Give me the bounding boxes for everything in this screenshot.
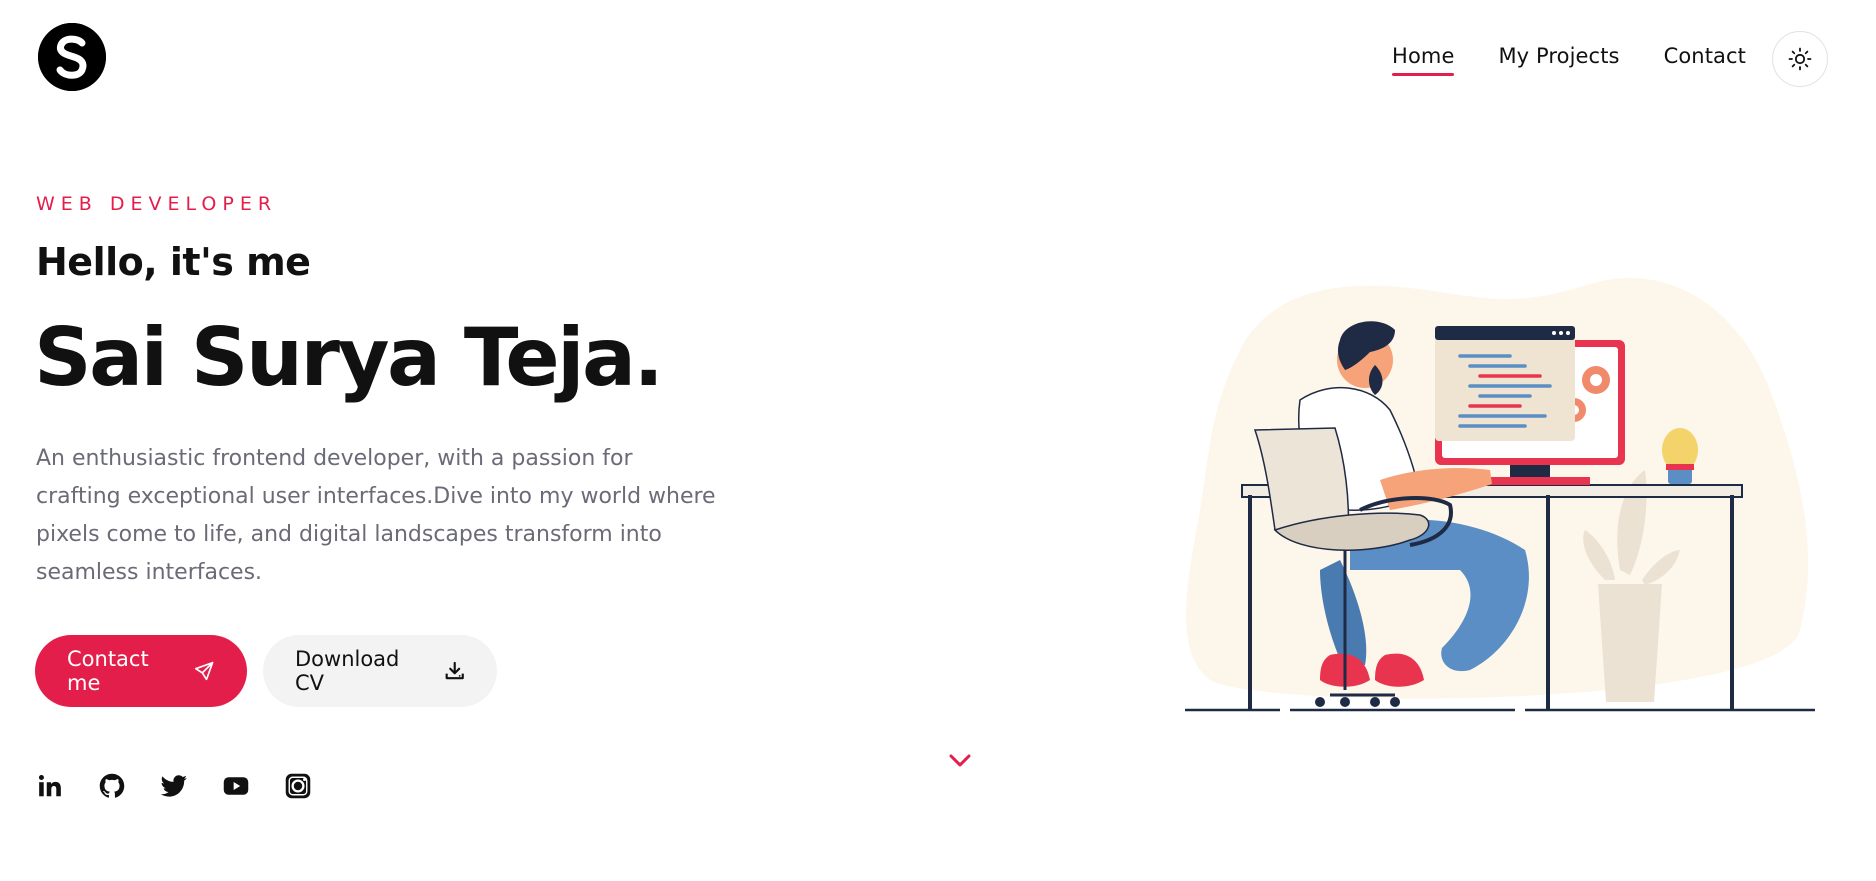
twitter-icon[interactable] — [160, 772, 188, 800]
contact-me-label: Contact me — [67, 647, 149, 695]
chevron-down-icon — [949, 754, 971, 767]
linkedin-icon[interactable] — [36, 772, 64, 800]
main-nav: Home My Projects Contact — [1392, 44, 1746, 76]
paper-plane-icon — [194, 661, 214, 681]
nav-my-projects[interactable]: My Projects — [1498, 44, 1619, 68]
github-icon[interactable] — [98, 772, 126, 800]
logo[interactable] — [38, 23, 106, 91]
download-cv-button[interactable]: Download CV — [263, 635, 497, 707]
contact-me-button[interactable]: Contact me — [35, 635, 247, 707]
social-links — [36, 772, 312, 800]
hero-description: An enthusiastic frontend developer, with… — [36, 446, 716, 585]
hero-name: Sai Surya Teja. — [34, 311, 664, 404]
scroll-down-indicator[interactable] — [948, 752, 972, 774]
developer-illustration — [1185, 277, 1815, 712]
youtube-icon[interactable] — [222, 772, 250, 800]
instagram-icon[interactable] — [284, 772, 312, 800]
download-cv-label: Download CV — [295, 647, 400, 695]
portfolio-page: Home My Projects Contact WEB DEVELOPER H… — [0, 0, 1876, 881]
greeting: Hello, it's me — [36, 240, 311, 284]
role-kicker: WEB DEVELOPER — [36, 193, 278, 215]
code-window — [1435, 326, 1575, 441]
nav-home[interactable]: Home — [1392, 44, 1455, 76]
nav-contact[interactable]: Contact — [1664, 44, 1746, 68]
sun-icon — [1788, 47, 1812, 71]
logo-mark — [38, 23, 106, 91]
theme-toggle-button[interactable] — [1772, 31, 1828, 87]
download-icon — [445, 661, 464, 680]
